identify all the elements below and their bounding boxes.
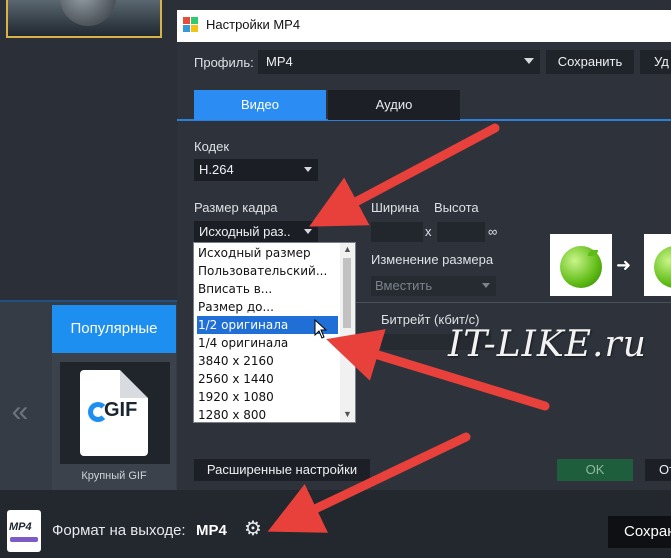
width-label: Ширина xyxy=(371,200,420,215)
profile-select[interactable]: MP4 xyxy=(258,50,540,74)
height-input[interactable] xyxy=(437,222,485,242)
list-item[interactable]: Исходный размер xyxy=(197,244,338,262)
arrow-right-icon: ➜ xyxy=(616,255,632,275)
save-main-button[interactable]: Сохран xyxy=(608,516,671,548)
gif-file-icon: GIF xyxy=(80,370,148,456)
frame-size-dropdown-list: Исходный размер Пользовательский... Впис… xyxy=(193,242,356,423)
resize-label: Изменение размера xyxy=(371,252,494,267)
cancel-button[interactable]: От xyxy=(645,459,671,481)
chevron-down-icon xyxy=(482,283,490,288)
scrollbar-thumb[interactable] xyxy=(343,258,351,328)
list-item[interactable]: 3840 x 2160 xyxy=(197,352,338,370)
advanced-settings-button[interactable]: Расширенные настройки xyxy=(194,459,370,481)
codec-select[interactable]: H.264 xyxy=(194,159,318,181)
tab-video[interactable]: Видео xyxy=(194,90,326,120)
watermark: IT-LIKE.ru xyxy=(448,324,647,365)
app-icon xyxy=(183,17,199,33)
list-item[interactable]: Вписать в... xyxy=(197,280,338,298)
frame-size-select[interactable]: Исходный раз.. xyxy=(194,221,318,243)
gear-icon[interactable]: ⚙ xyxy=(242,518,264,540)
tab-audio[interactable]: Аудио xyxy=(328,90,460,120)
resize-value: Вместить xyxy=(375,278,433,293)
chevron-down-icon xyxy=(304,167,312,172)
width-input[interactable] xyxy=(371,222,423,242)
dialog-title: Настройки MP4 xyxy=(206,17,301,32)
format-card-label: Крупный GIF xyxy=(81,470,147,482)
mouse-cursor-icon xyxy=(314,319,328,339)
list-item[interactable]: 1920 x 1080 xyxy=(197,388,338,406)
prev-arrow-icon[interactable]: « xyxy=(8,392,32,432)
profile-value: MP4 xyxy=(266,54,293,69)
profile-label: Профиль: xyxy=(194,55,254,70)
list-item[interactable]: Пользовательский... xyxy=(197,262,338,280)
chevron-down-icon xyxy=(304,229,312,234)
list-item[interactable]: 2560 x 1440 xyxy=(197,370,338,388)
delete-profile-button[interactable]: Уд xyxy=(640,50,671,74)
scroll-down-icon[interactable]: ▼ xyxy=(343,409,352,419)
frame-size-label: Размер кадра xyxy=(194,200,278,215)
tab-popular[interactable]: Популярные xyxy=(52,305,176,353)
save-profile-button[interactable]: Сохранить xyxy=(546,50,634,74)
section-divider xyxy=(356,302,671,303)
output-format-label: Формат на выходе: xyxy=(52,522,186,539)
output-format-value: MP4 xyxy=(196,522,227,539)
list-item[interactable]: Размер до... xyxy=(197,298,338,316)
ok-button[interactable]: OK xyxy=(557,459,633,481)
resize-select: Вместить xyxy=(371,276,496,296)
frame-size-value: Исходный раз.. xyxy=(199,224,291,239)
list-item[interactable]: 1280 x 800 xyxy=(197,406,338,422)
link-icon[interactable]: ∞ xyxy=(488,224,497,240)
apple-after-image xyxy=(644,234,671,296)
codec-value: H.264 xyxy=(199,162,234,177)
mp4-format-icon: MP4 xyxy=(7,510,41,552)
codec-label: Кодек xyxy=(194,139,230,154)
dimension-separator: x xyxy=(425,224,432,239)
apple-before-image xyxy=(550,234,612,296)
scroll-up-icon[interactable]: ▲ xyxy=(343,244,352,254)
chevron-down-icon xyxy=(524,58,534,64)
height-label: Высота xyxy=(434,200,479,215)
video-thumbnail[interactable] xyxy=(6,0,162,38)
